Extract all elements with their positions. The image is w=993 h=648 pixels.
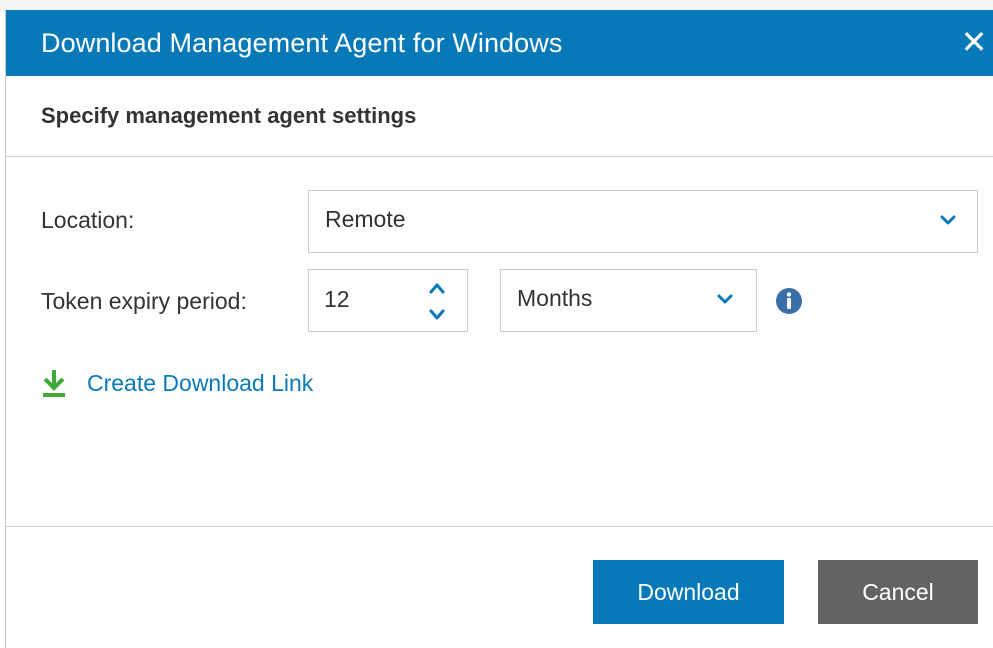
chevron-down-icon (940, 215, 956, 225)
footer-divider (6, 526, 993, 527)
chevron-down-icon (717, 294, 733, 304)
token-expiry-label: Token expiry period: (41, 288, 247, 314)
token-expiry-stepper[interactable]: 12 (308, 269, 468, 332)
cancel-button[interactable]: Cancel (818, 560, 978, 624)
section-title: Specify management agent settings (41, 103, 417, 128)
location-label: Location: (41, 207, 135, 233)
info-icon[interactable] (774, 286, 804, 316)
chevron-down-icon[interactable] (427, 308, 447, 322)
dialog-titlebar: Download Management Agent for Windows ✕ (6, 10, 993, 76)
dialog-title: Download Management Agent for Windows (41, 28, 563, 58)
create-download-link-label: Create Download Link (87, 369, 314, 396)
location-select[interactable]: Remote (308, 190, 978, 253)
download-button[interactable]: Download (593, 560, 784, 624)
download-icon (43, 370, 65, 397)
period-unit-select[interactable]: Months (500, 269, 757, 332)
close-button[interactable]: ✕ (958, 24, 990, 60)
token-expiry-value: 12 (324, 286, 350, 312)
create-download-link[interactable]: Create Download Link (41, 365, 313, 401)
section-header: Specify management agent settings (6, 76, 993, 157)
chevron-up-icon[interactable] (427, 281, 447, 295)
download-agent-dialog: Download Management Agent for Windows ✕ … (5, 10, 993, 648)
location-selected-value: Remote (325, 206, 406, 232)
period-unit-value: Months (517, 285, 593, 311)
close-icon: ✕ (960, 24, 988, 60)
